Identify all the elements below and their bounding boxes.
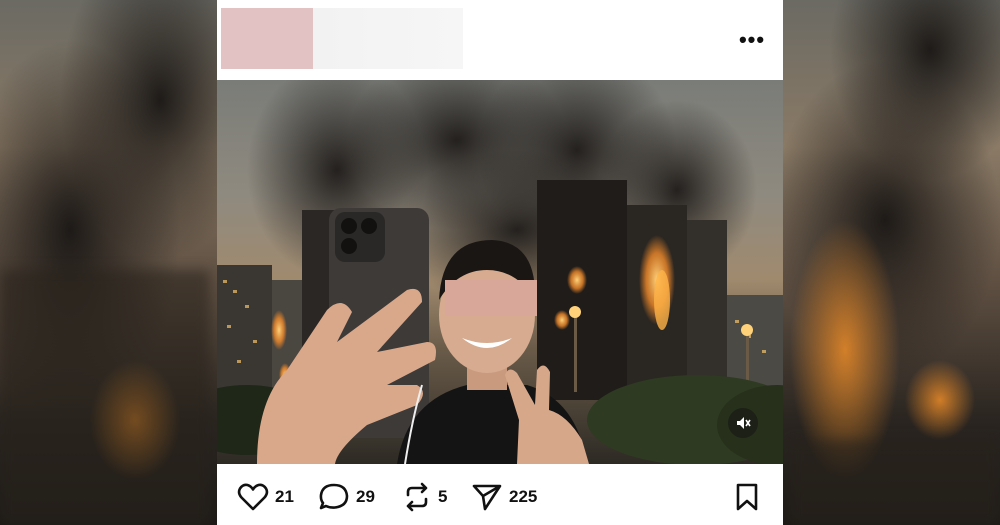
repost-button[interactable]: 5: [402, 482, 447, 512]
username[interactable]: [313, 8, 463, 69]
bookmark-icon: [736, 483, 758, 511]
post-header: •••: [217, 0, 783, 80]
speaker-muted-icon: [737, 417, 751, 429]
mute-toggle-button[interactable]: [728, 408, 758, 438]
comment-button[interactable]: 29: [318, 482, 375, 512]
like-button[interactable]: 21: [237, 482, 294, 512]
comment-bubble-icon: [319, 483, 349, 510]
post-photo[interactable]: [217, 80, 783, 464]
heart-icon: [237, 483, 269, 511]
share-button[interactable]: 225: [471, 482, 537, 512]
repost-count: 5: [438, 487, 448, 506]
share-count: 225: [509, 487, 538, 506]
save-button[interactable]: [732, 482, 762, 512]
post-card: ••• 21 29 5 225: [217, 0, 783, 525]
photo-scene: [217, 80, 783, 464]
more-horizontal-icon: •••: [738, 27, 766, 52]
send-icon: [472, 484, 502, 511]
comment-count: 29: [356, 487, 375, 506]
post-actions-bar: 21 29 5 225: [217, 464, 783, 525]
face-redaction: [445, 280, 537, 316]
repost-icon: [406, 482, 428, 512]
more-options-button[interactable]: •••: [732, 27, 772, 52]
like-count: 21: [275, 487, 294, 506]
avatar[interactable]: [221, 8, 313, 69]
